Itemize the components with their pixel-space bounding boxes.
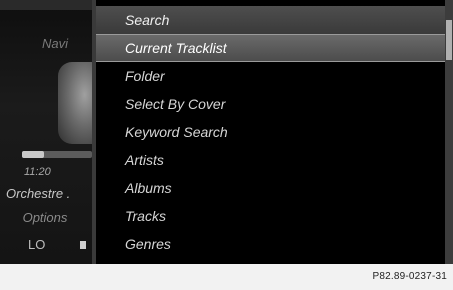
menu-item-genres[interactable]: Genres — [96, 230, 445, 258]
figure-reference-code: P82.89-0237-31 — [372, 271, 447, 282]
options-button[interactable]: Options — [0, 210, 90, 225]
media-menu-list: Search Current Tracklist Folder Select B… — [96, 6, 445, 264]
album-cover-image — [58, 62, 96, 144]
menu-item-albums[interactable]: Albums — [96, 174, 445, 202]
lo-label: LO — [28, 237, 46, 252]
media-screen: Navi 11:20 Orchestre . Options LO Search… — [0, 0, 453, 264]
current-track-title: Orchestre . — [6, 186, 71, 201]
side-panel-top-strip — [0, 0, 95, 10]
menu-scroll-thumb[interactable] — [446, 20, 452, 60]
menu-item-keyword-search[interactable]: Keyword Search — [96, 118, 445, 146]
menu-item-artists[interactable]: Artists — [96, 146, 445, 174]
lo-indicator-icon — [80, 241, 86, 249]
menu-item-tracks[interactable]: Tracks — [96, 202, 445, 230]
menu-item-search[interactable]: Search — [96, 6, 445, 34]
menu-item-current-tracklist[interactable]: Current Tracklist — [96, 34, 445, 62]
menu-item-folder[interactable]: Folder — [96, 62, 445, 90]
side-panel: Navi 11:20 Orchestre . Options LO — [0, 0, 96, 264]
navi-label[interactable]: Navi — [0, 36, 90, 51]
playback-progress-fill — [22, 151, 44, 158]
elapsed-time: 11:20 — [24, 166, 51, 178]
menu-item-select-by-cover[interactable]: Select By Cover — [96, 90, 445, 118]
